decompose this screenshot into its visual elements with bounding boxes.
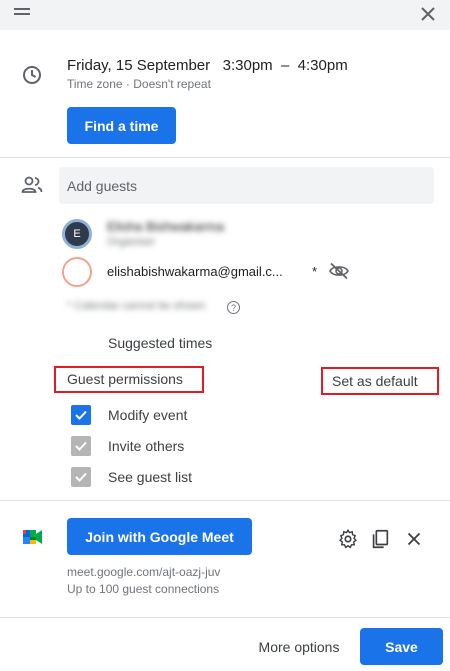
invite-others-label: Invite others [108,438,185,454]
calendar-note: * Calendar cannot be shown [67,300,206,312]
more-options-button[interactable]: More options [245,628,353,665]
set-as-default-button[interactable]: Set as default [332,373,418,389]
check-icon [75,410,87,420]
find-a-time-button[interactable]: Find a time [67,107,176,144]
gear-icon[interactable] [337,528,359,550]
drag-handle-icon[interactable] [14,8,30,16]
eye-off-icon[interactable] [328,262,350,280]
see-guest-list-checkbox[interactable] [71,467,91,487]
suggested-times-link[interactable]: Suggested times [108,335,212,351]
join-google-meet-button[interactable]: Join with Google Meet [67,518,252,555]
save-button[interactable]: Save [360,628,443,665]
help-icon[interactable]: ? [227,301,240,314]
check-icon [75,472,87,482]
meet-url[interactable]: meet.google.com/ajt-oazj-juv [67,565,220,579]
modify-event-checkbox[interactable] [71,405,91,425]
invite-others-checkbox[interactable] [71,436,91,456]
guest-name: Elisha Bishwakarma [107,219,225,234]
avatar: E [62,219,92,249]
check-icon [75,441,87,451]
close-icon[interactable] [416,2,440,26]
guest-permissions-title: Guest permissions [67,371,183,387]
guest-email[interactable]: elishabishwakarma@gmail.c... [107,264,283,279]
divider [0,157,450,158]
close-icon[interactable] [403,528,425,550]
google-meet-logo-icon [23,530,42,544]
people-icon [21,176,43,193]
add-guests-input[interactable]: Add guests [59,167,434,204]
modify-event-label: Modify event [108,407,188,423]
divider [0,500,450,501]
meet-capacity: Up to 100 guest connections [67,582,220,596]
event-datetime[interactable]: Friday, 15 September 3:30pm – 4:30pm [67,57,348,74]
top-bar [0,0,450,30]
see-guest-list-label: See guest list [108,469,193,485]
divider [0,617,450,618]
avatar [62,257,92,287]
clock-icon [23,66,41,84]
timezone-line[interactable]: Time zone · Doesn't repeat [67,77,211,91]
copy-icon[interactable] [369,528,391,550]
optional-marker: * [312,264,318,279]
guest-role: Organiser [107,236,156,248]
